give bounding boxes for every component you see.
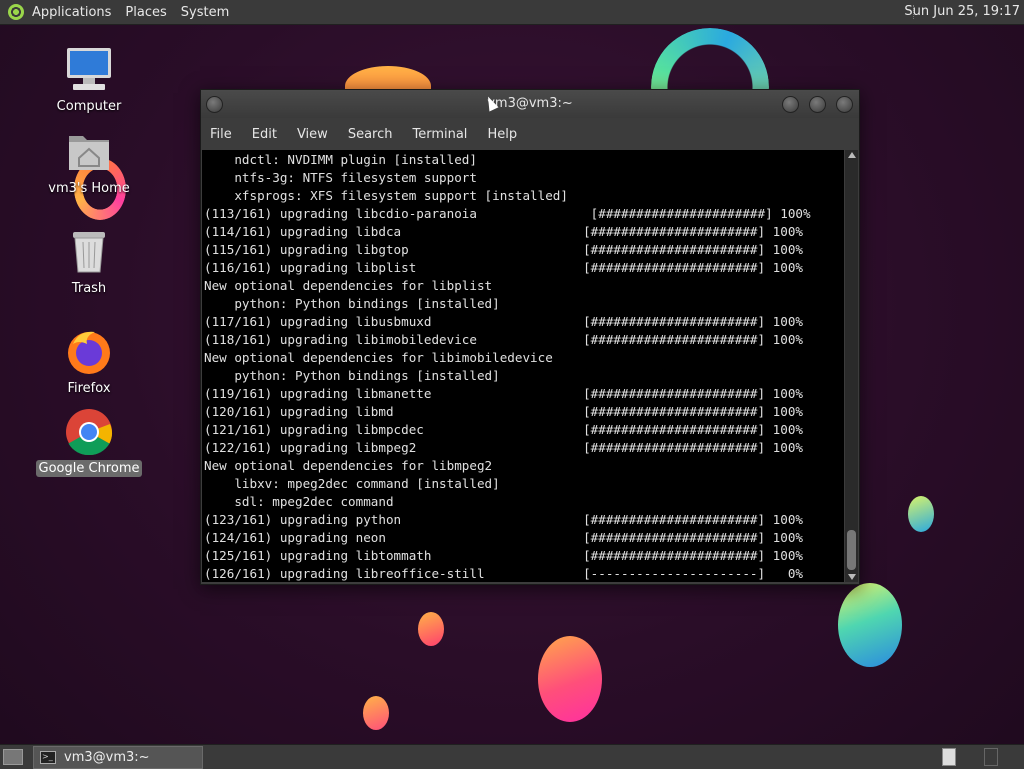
bottom-panel: >_ vm3@vm3:~ (0, 744, 1024, 769)
menu-applications[interactable]: Applications (30, 5, 119, 20)
terminal-text: ndctl: NVDIMM plugin [installed] ntfs-3g… (202, 150, 844, 582)
terminal-line: (123/161) upgrading python [############… (204, 512, 803, 527)
terminal-line: (118/161) upgrading libimobiledevice [##… (204, 332, 803, 347)
desktop-icon-home[interactable]: vm3's Home (34, 128, 144, 197)
terminal-line: (121/161) upgrading libmpcdec [#########… (204, 422, 803, 437)
terminal-line: (117/161) upgrading libusbmuxd [########… (204, 314, 803, 329)
wallpaper-blob (363, 696, 389, 730)
terminal-line: sdl: mpeg2dec command (204, 494, 394, 509)
desktop-icon-chrome[interactable]: Google Chrome (34, 408, 144, 477)
maximize-button[interactable] (809, 96, 826, 113)
clock[interactable]: Sun Jun 25, 19:17 (904, 4, 1020, 19)
desktop-icon-trash[interactable]: Trash (34, 228, 144, 297)
terminal-line: (120/161) upgrading libmd [#############… (204, 404, 803, 419)
desktop-icon-computer[interactable]: Computer (34, 46, 144, 115)
close-button[interactable] (836, 96, 853, 113)
terminal-line: xfsprogs: XFS filesystem support [instal… (204, 188, 568, 203)
menu-view[interactable]: View (287, 127, 338, 142)
scroll-up-arrow-icon[interactable] (848, 152, 856, 158)
desktop-icon-label: Google Chrome (35, 460, 143, 477)
scroll-down-arrow-icon[interactable] (848, 574, 856, 580)
trash-icon (65, 228, 113, 276)
menu-search[interactable]: Search (338, 127, 403, 142)
terminal-scrollbar[interactable] (845, 150, 858, 582)
menu-file[interactable]: File (201, 127, 242, 142)
terminal-output[interactable]: ndctl: NVDIMM plugin [installed] ntfs-3g… (202, 150, 844, 582)
terminal-line: ntfs-3g: NTFS filesystem support (204, 170, 477, 185)
show-desktop-icon[interactable] (3, 749, 23, 765)
menu-places[interactable]: Places (119, 5, 174, 20)
menu-terminal[interactable]: Terminal (402, 127, 477, 142)
terminal-line: (119/161) upgrading libmanette [########… (204, 386, 803, 401)
terminal-line: (114/161) upgrading libdca [############… (204, 224, 803, 239)
home-folder-icon (65, 128, 113, 176)
terminal-line: New optional dependencies for libmpeg2 (204, 458, 493, 473)
terminal-line: (126/161) upgrading libreoffice-still [-… (204, 566, 803, 581)
window-titlebar[interactable]: vm3@vm3:~ (201, 90, 859, 118)
terminal-line: (113/161) upgrading libcdio-paranoia [##… (204, 206, 811, 221)
terminal-line: (125/161) upgrading libtommath [########… (204, 548, 803, 563)
workspace-2[interactable] (984, 748, 998, 766)
terminal-line: New optional dependencies for libimobile… (204, 350, 553, 365)
terminal-line: python: Python bindings [installed] (204, 368, 500, 383)
scrollbar-thumb[interactable] (847, 530, 856, 570)
menu-system[interactable]: System (175, 5, 237, 20)
terminal-line: libxv: mpeg2dec command [installed] (204, 476, 500, 491)
desktop-icon-label: Trash (71, 281, 107, 296)
terminal-line: (116/161) upgrading libplist [##########… (204, 260, 803, 275)
wallpaper-blob (418, 612, 444, 646)
terminal-line: (115/161) upgrading libgtop [###########… (204, 242, 803, 257)
window-menu-button[interactable] (206, 96, 223, 113)
desktop-icon-firefox[interactable]: Firefox (34, 328, 144, 397)
terminal-icon: >_ (40, 751, 56, 764)
taskbar-window-button[interactable]: >_ vm3@vm3:~ (33, 746, 203, 769)
wallpaper-blob (838, 583, 902, 667)
desktop-icon-label: Computer (56, 99, 122, 114)
computer-icon (65, 46, 113, 94)
top-panel: Applications Places System Sun Jun 25, 1… (0, 0, 1024, 25)
menu-edit[interactable]: Edit (242, 127, 287, 142)
minimize-button[interactable] (782, 96, 799, 113)
wallpaper-blob (538, 636, 602, 722)
firefox-icon (65, 328, 113, 376)
desktop-icon-label: vm3's Home (48, 181, 130, 196)
wallpaper-blob (908, 496, 934, 532)
desktop-icon-label: Firefox (67, 381, 111, 396)
workspace-1[interactable] (942, 748, 956, 766)
terminal-line: (124/161) upgrading neon [##############… (204, 530, 803, 545)
terminal-line: (122/161) upgrading libmpeg2 [##########… (204, 440, 803, 455)
chrome-icon (65, 408, 113, 456)
terminal-line: New optional dependencies for libplist (204, 278, 493, 293)
terminal-line: ndctl: NVDIMM plugin [installed] (204, 152, 477, 167)
window-title: vm3@vm3:~ (487, 96, 573, 111)
window-menubar: File Edit View Search Terminal Help (201, 118, 859, 150)
terminal-window: vm3@vm3:~ File Edit View Search Terminal… (200, 89, 860, 585)
taskbar-window-label: vm3@vm3:~ (64, 750, 150, 765)
terminal-line: python: Python bindings [installed] (204, 296, 500, 311)
menu-help[interactable]: Help (477, 127, 527, 142)
distro-logo-icon[interactable] (8, 4, 24, 20)
